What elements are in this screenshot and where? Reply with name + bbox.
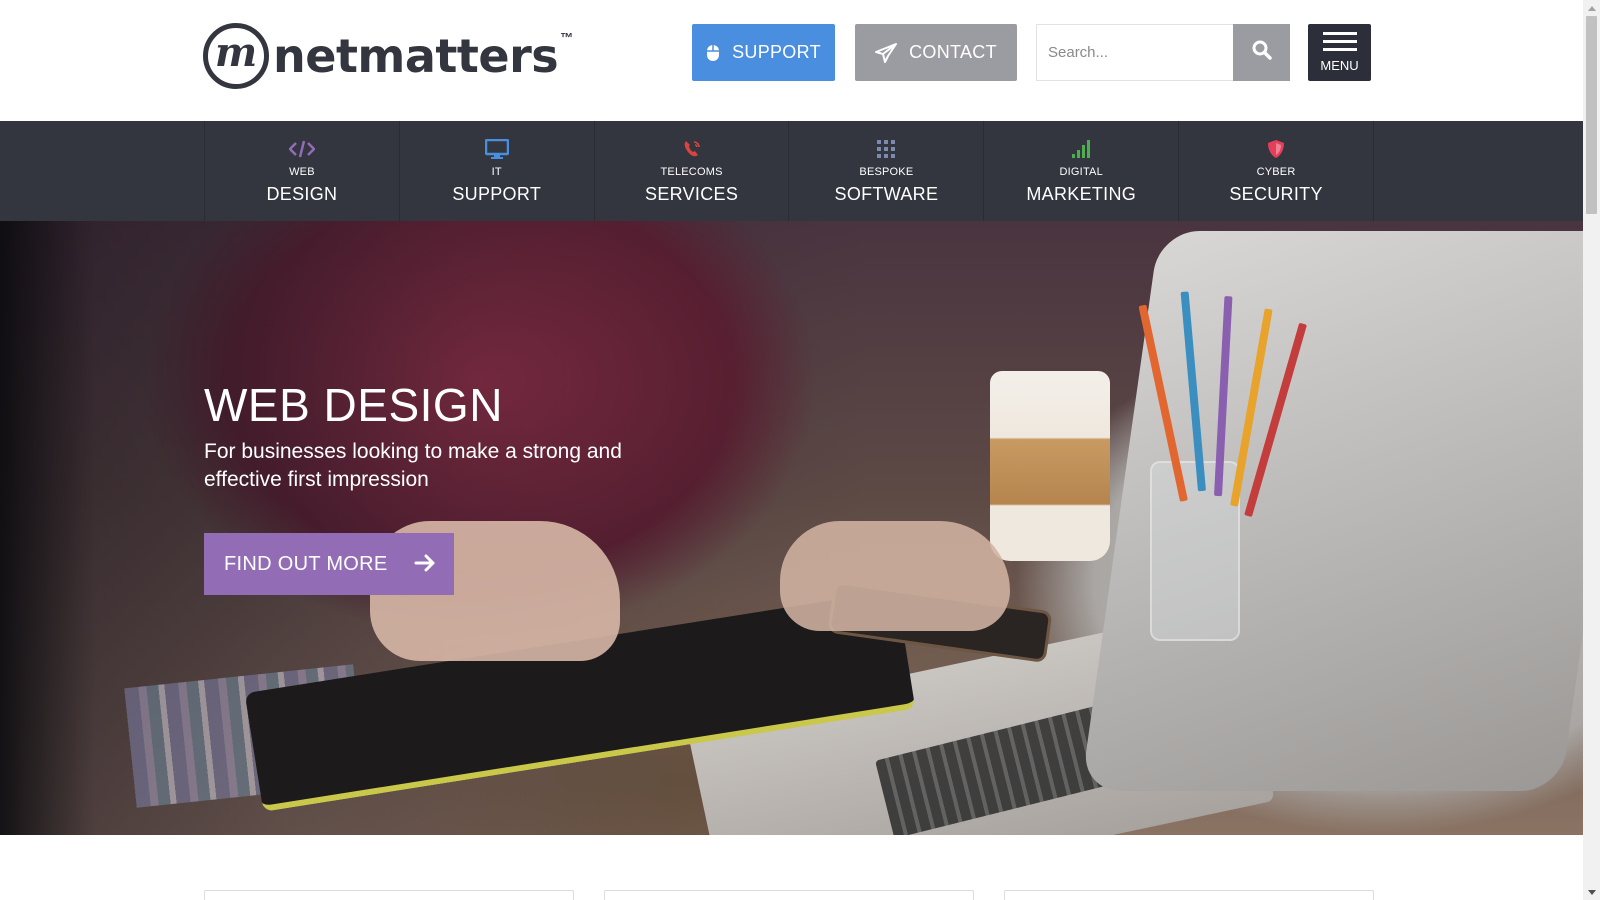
nav-item-label: SERVICES (645, 183, 739, 204)
menu-button[interactable]: MENU (1308, 24, 1371, 81)
nav-item-it-support[interactable]: IT SUPPORT (400, 121, 595, 221)
arrow-right-icon (414, 552, 436, 580)
nav-item-small-label: TELECOMS (660, 165, 723, 178)
nav-item-bespoke-software[interactable]: BESPOKE SOFTWARE (789, 121, 985, 221)
service-card[interactable] (1004, 890, 1374, 900)
shield-icon (1267, 138, 1285, 160)
menu-label: MENU (1320, 58, 1359, 73)
hero-title: WEB DESIGN (204, 379, 503, 431)
search-button[interactable] (1233, 24, 1290, 81)
nav-item-web-design[interactable]: WEB DESIGN (205, 121, 400, 221)
hamburger-icon (1322, 32, 1357, 56)
code-icon (288, 138, 315, 160)
page-scrollbar[interactable] (1583, 0, 1600, 900)
nav-item-label: SOFTWARE (834, 183, 939, 204)
nav-item-small-label: DIGITAL (1059, 165, 1103, 178)
nav-item-small-label: CYBER (1256, 165, 1296, 178)
grid-icon (877, 138, 896, 160)
nav-item-cyber-security[interactable]: CYBER SECURITY (1179, 121, 1374, 221)
logo-text: netmatters (273, 29, 559, 83)
phone-icon (682, 138, 702, 160)
service-card[interactable] (604, 890, 974, 900)
scrollbar-thumb[interactable] (1586, 16, 1597, 214)
scroll-down-icon[interactable] (1586, 886, 1597, 898)
pencil-jar-image (1150, 461, 1240, 641)
search-icon (1252, 40, 1272, 65)
service-card[interactable] (204, 890, 574, 900)
scroll-up-icon[interactable] (1586, 2, 1597, 14)
contact-button[interactable]: CONTACT (855, 24, 1017, 81)
netmatters-logo[interactable]: m netmatters ™ (203, 22, 578, 90)
monitor-icon (484, 138, 509, 160)
contact-button-label: CONTACT (909, 42, 997, 62)
nav-item-telecoms-services[interactable]: TELECOMS SERVICES (595, 121, 790, 221)
signal-bars-icon (1072, 138, 1091, 160)
paper-plane-icon (875, 42, 898, 63)
nav-item-label: DESIGN (266, 183, 338, 204)
coffee-cup-image (990, 371, 1110, 561)
nav-item-label: MARKETING (1026, 183, 1137, 204)
site-header: m netmatters ™ SUPPORT CONTACT MENU (0, 0, 1583, 121)
search-input[interactable] (1036, 24, 1233, 81)
logo-trademark: ™ (560, 30, 574, 45)
services-nav-items: WEB DESIGN IT SUPPORT TELECOMS SERVICES … (204, 121, 1374, 221)
nav-item-digital-marketing[interactable]: DIGITAL MARKETING (984, 121, 1180, 221)
nav-item-small-label: IT (491, 165, 502, 178)
hero-subtitle: For businesses looking to make a strong … (204, 440, 622, 491)
find-out-more-button[interactable]: FIND OUT MORE (204, 533, 454, 595)
nav-item-label: SUPPORT (452, 183, 542, 204)
nav-item-label: SECURITY (1229, 183, 1323, 204)
nav-item-small-label: WEB (289, 165, 315, 178)
find-out-more-label: FIND OUT MORE (224, 552, 388, 575)
support-button-label: SUPPORT (732, 42, 821, 62)
hero-banner: WEB DESIGN For businesses looking to mak… (0, 221, 1583, 835)
nav-item-small-label: BESPOKE (859, 165, 914, 178)
support-button[interactable]: SUPPORT (692, 24, 835, 81)
logo-mark: m (203, 23, 269, 89)
mouse-icon (706, 44, 720, 62)
hand-on-laptop-image (780, 521, 1010, 631)
services-nav: WEB DESIGN IT SUPPORT TELECOMS SERVICES … (0, 121, 1583, 221)
